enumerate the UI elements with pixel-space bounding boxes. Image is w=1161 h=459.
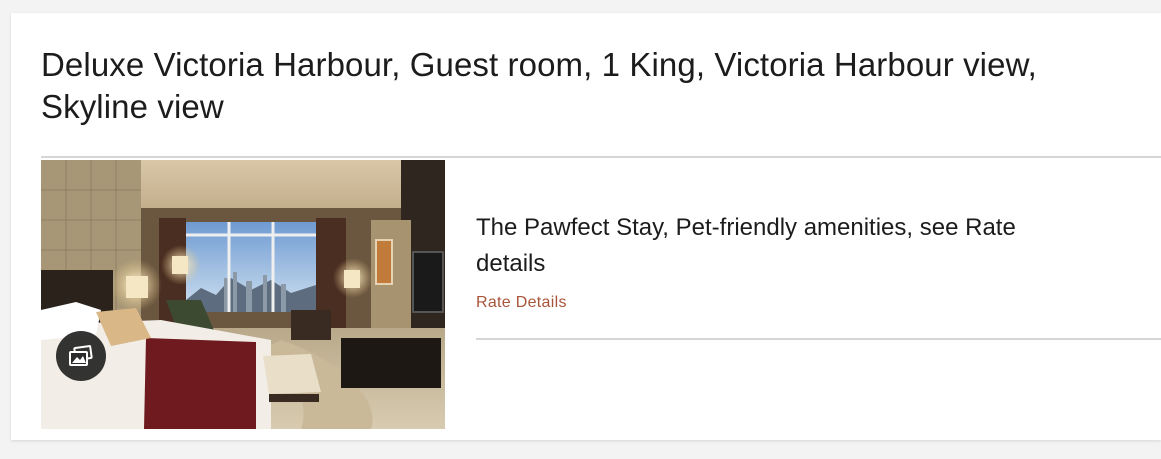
- rate-name: The Pawfect Stay, Pet-friendly amenities…: [476, 214, 1016, 277]
- gallery-icon: [69, 345, 93, 366]
- room-content-row: The Pawfect Stay, Pet-friendly amenities…: [41, 156, 1161, 429]
- rate-panel: The Pawfect Stay, Pet-friendly amenities…: [476, 158, 1161, 340]
- room-card: Deluxe Victoria Harbour, Guest room, 1 K…: [11, 13, 1161, 440]
- rate-details-link[interactable]: Rate Details: [476, 292, 567, 314]
- room-photo-illustration: [41, 160, 445, 429]
- room-title: Deluxe Victoria Harbour, Guest room, 1 K…: [41, 46, 1037, 125]
- gallery-button[interactable]: [56, 331, 106, 381]
- room-photo[interactable]: [41, 160, 445, 429]
